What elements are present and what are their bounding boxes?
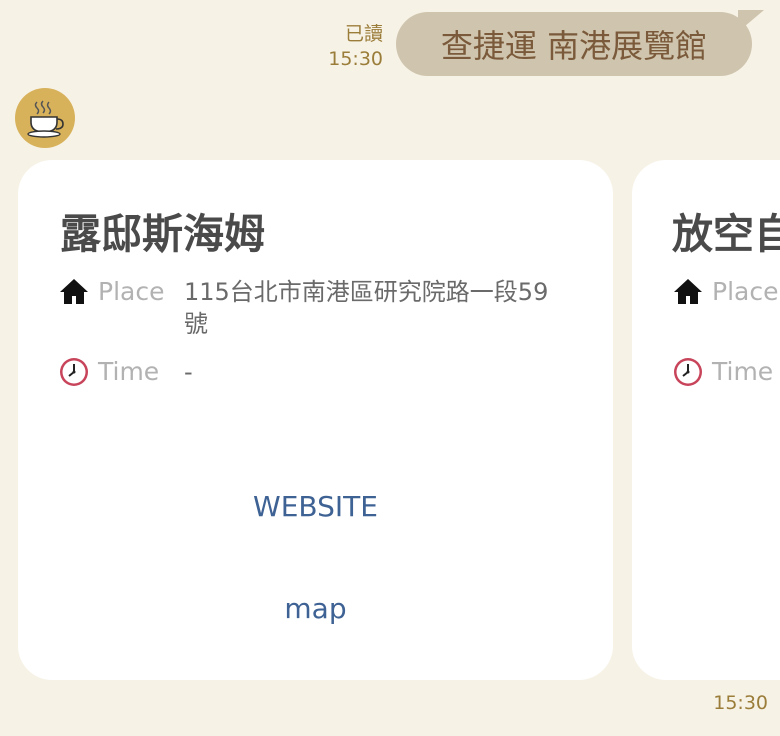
place-value: 115台北市南港區研究院路一段59號 <box>184 278 549 338</box>
place-row: Place <box>672 276 780 308</box>
chat-screen: 已讀 15:30 查捷運 南港展覽館 露邸斯海姆 Place 115台北市南港區… <box>0 0 780 736</box>
card-title: 露邸斯海姆 <box>60 210 265 258</box>
time-row: Time - <box>58 356 554 388</box>
website-link[interactable]: WEBSITE <box>18 490 613 523</box>
home-icon <box>674 279 702 304</box>
place-card-next: 放空自 Place Time <box>632 160 780 680</box>
bot-avatar[interactable] <box>15 88 75 148</box>
read-status: 已讀 <box>344 23 383 45</box>
message-meta: 已讀 15:30 <box>328 22 383 72</box>
time-row: Time <box>672 356 780 388</box>
reply-time: 15:30 <box>713 692 768 714</box>
outgoing-message-bubble[interactable]: 查捷運 南港展覽館 <box>396 12 752 76</box>
message-time: 15:30 <box>328 48 383 70</box>
time-label: Time <box>712 357 774 386</box>
home-icon <box>60 279 88 304</box>
time-label: Time <box>98 357 160 386</box>
place-row: Place 115台北市南港區研究院路一段59號 <box>58 276 554 340</box>
map-link[interactable]: map <box>18 592 613 625</box>
card-title: 放空自 <box>672 210 780 258</box>
clock-icon <box>60 358 88 386</box>
coffee-cup-icon <box>27 100 64 138</box>
place-label: Place <box>712 277 779 306</box>
place-card: 露邸斯海姆 Place 115台北市南港區研究院路一段59號 Time - WE… <box>18 160 613 680</box>
place-label: Place <box>98 277 165 306</box>
time-value: - <box>184 358 193 386</box>
clock-icon <box>674 358 702 386</box>
message-text: 查捷運 南港展覽館 <box>440 27 708 65</box>
